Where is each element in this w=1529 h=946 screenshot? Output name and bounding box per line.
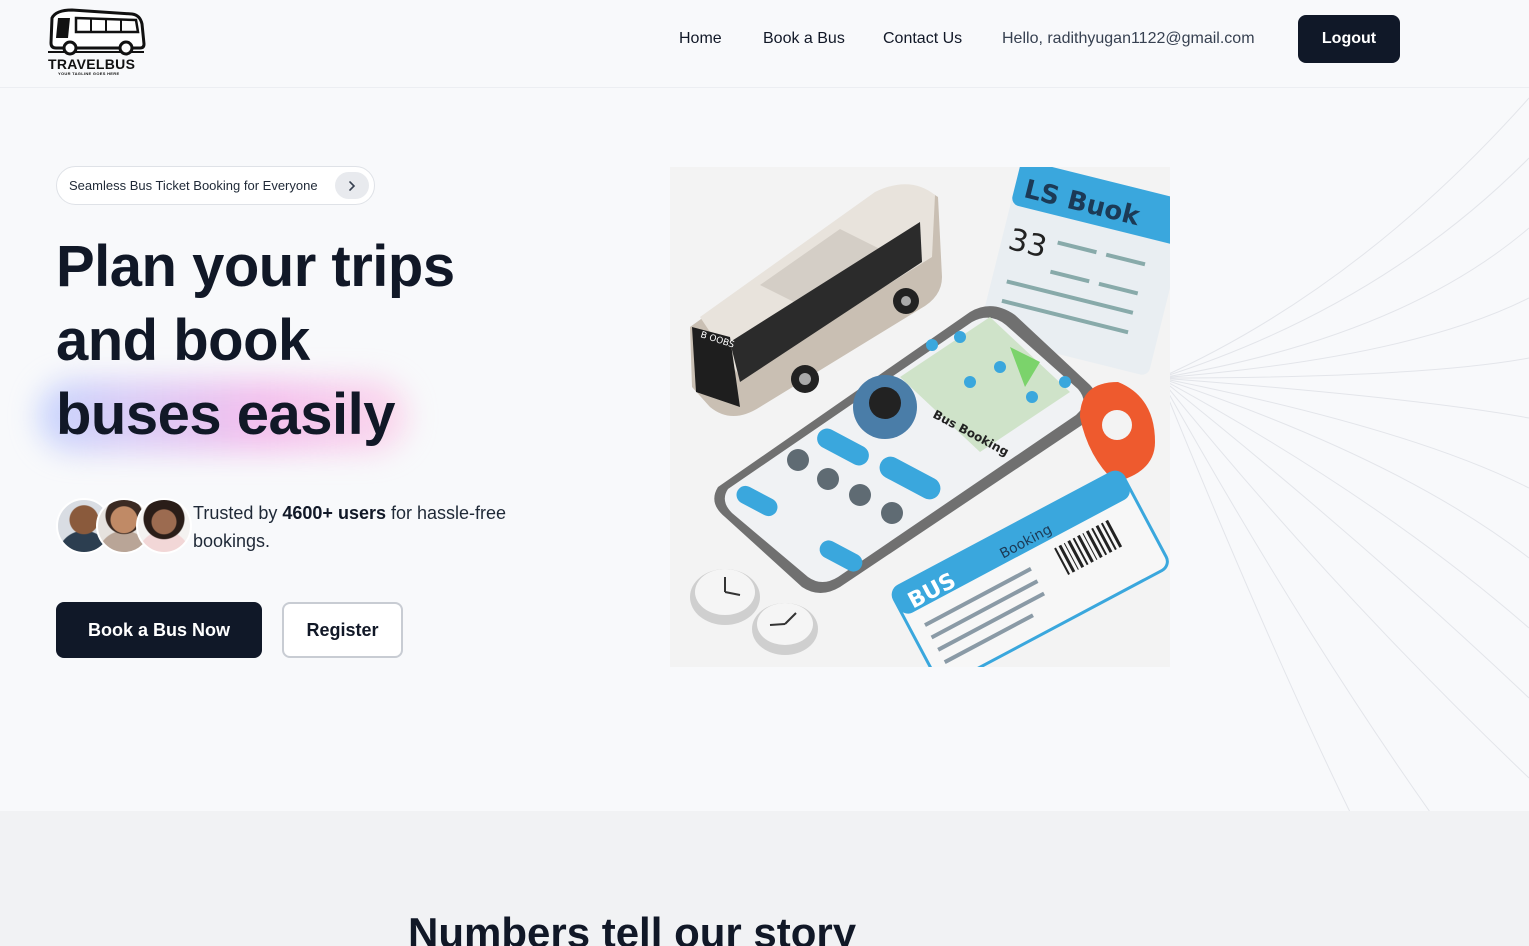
user-avatars [56, 498, 192, 554]
trust-statement: Trusted by 4600+ users for hassle-free b… [193, 499, 523, 555]
logo-tagline: YOUR TAGLINE GOES HERE [58, 71, 120, 76]
stats-title: Numbers tell our story [408, 909, 857, 946]
clock-icon [752, 603, 818, 655]
hero-title-line-3: buses easily [38, 378, 455, 452]
logo-wordmark: TRAVELBUS [48, 56, 136, 72]
hero-title-line-1: Plan your trips [56, 234, 455, 299]
nav-book-bus-link[interactable]: Book a Bus [763, 30, 845, 48]
bus-booking-illustration: B OOBS LS Buok 33 Bus Booking BUS Bookin… [690, 167, 1170, 667]
navbar: TRAVELBUS YOUR TAGLINE GOES HERE Home Bo… [0, 0, 1529, 88]
user-greeting: Hello, radithyugan1122@gmail.com [1002, 30, 1255, 47]
location-pin-icon [1080, 382, 1155, 482]
bus-logo-icon [48, 8, 146, 56]
travelbus-logo[interactable]: TRAVELBUS YOUR TAGLINE GOES HERE [46, 8, 146, 76]
nav-home-link[interactable]: Home [679, 30, 722, 48]
trust-prefix: Trusted by [193, 503, 278, 523]
book-bus-now-button[interactable]: Book a Bus Now [56, 602, 262, 658]
tagline-pill-text: Seamless Bus Ticket Booking for Everyone [69, 178, 318, 193]
hero-title-line-2: and book [56, 308, 310, 373]
register-button[interactable]: Register [282, 602, 403, 658]
hero-illustration: B OOBS LS Buok 33 Bus Booking BUS Bookin… [670, 167, 1170, 667]
hero-title: Plan your trips and book buses easily [38, 230, 455, 452]
stats-section: Numbers tell our story [0, 811, 1529, 946]
clock-icon [690, 569, 760, 625]
avatar [136, 498, 192, 554]
logout-button[interactable]: Logout [1298, 15, 1400, 63]
nav-contact-link[interactable]: Contact Us [883, 30, 962, 48]
tagline-pill[interactable]: Seamless Bus Ticket Booking for Everyone [56, 166, 375, 205]
hero-title-highlight: buses easily [56, 382, 396, 447]
chevron-right-icon [335, 172, 369, 199]
trust-count: 4600+ users [282, 503, 386, 523]
